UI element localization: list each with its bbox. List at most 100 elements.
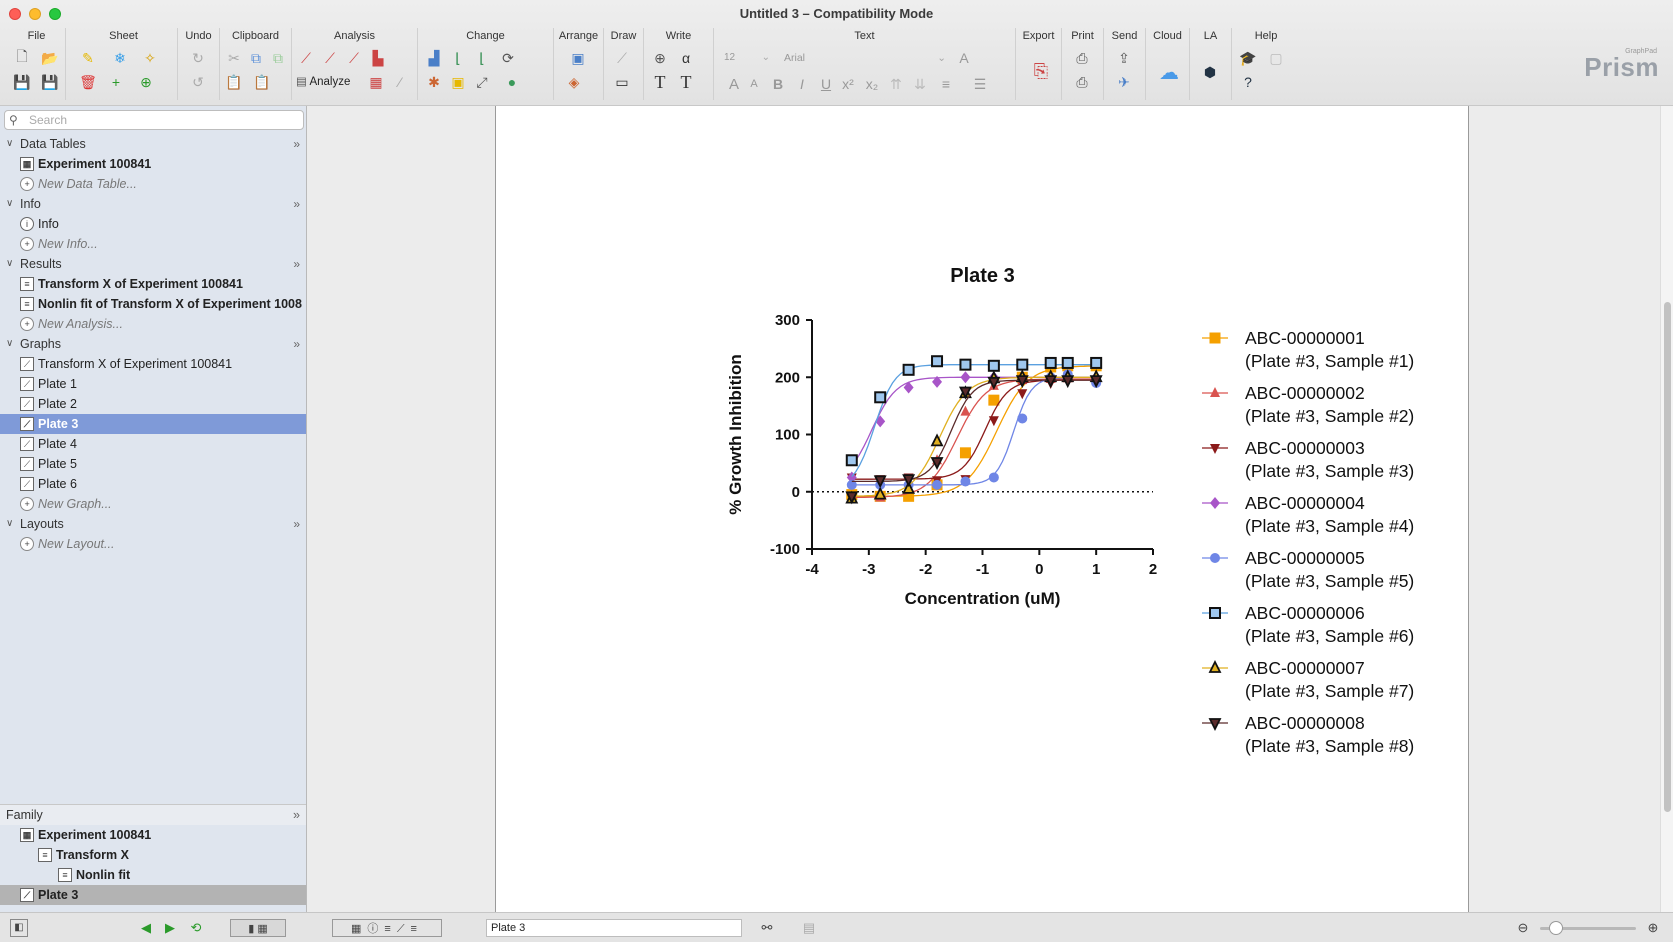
font-name-select[interactable]: Arial ⌄ xyxy=(784,50,948,66)
export-icon[interactable]: ⎘ xyxy=(1028,58,1054,84)
palette-icon[interactable]: ● xyxy=(502,72,522,92)
scrollbar-thumb[interactable] xyxy=(1664,302,1671,812)
text-tool-icon[interactable]: T xyxy=(650,72,670,92)
search-input[interactable]: Search xyxy=(4,110,304,130)
copy-icon[interactable]: ⧉ xyxy=(246,48,266,68)
bar-graph-icon[interactable]: ▙ xyxy=(368,48,388,68)
share-icon[interactable]: ⇪ xyxy=(1114,48,1134,68)
graph-page[interactable]: Plate 3 -100 0 100 200 300 -4 -3 -2 -1 0 1 2 Concentr… xyxy=(495,106,1469,912)
regression-icon[interactable]: ⟋ xyxy=(344,48,364,68)
send-icon[interactable]: ✈ xyxy=(1114,72,1134,92)
underline-icon[interactable]: U xyxy=(816,74,836,94)
subscript-icon[interactable]: x₂ xyxy=(862,74,882,94)
insert-row-icon[interactable]: ⊕ xyxy=(136,72,156,92)
expand-icon[interactable]: » xyxy=(293,334,300,354)
family-item[interactable]: ▦ Experiment 100841 xyxy=(0,825,306,845)
expand-icon[interactable]: » xyxy=(293,805,300,825)
zoom-in-icon[interactable]: ⊕ xyxy=(1644,919,1662,937)
toggle-navigator-icon[interactable]: ◧ xyxy=(10,919,28,937)
redo-icon[interactable]: ↻ xyxy=(188,48,208,68)
family-item[interactable]: ≡ Transform X xyxy=(0,845,306,865)
new-analysis-item[interactable]: + New Analysis... xyxy=(0,314,306,334)
data-table-item[interactable]: ▦ Experiment 100841 xyxy=(0,154,306,174)
lower-icon[interactable]: ⇊ xyxy=(910,74,930,94)
graph-item[interactable]: ⟋ Plate 6 xyxy=(0,474,306,494)
wand-icon[interactable]: ⁄ xyxy=(390,72,410,92)
print-icon[interactable]: ⎙ xyxy=(1072,48,1092,68)
new-layout-item[interactable]: + New Layout... xyxy=(0,534,306,554)
color-scheme-icon[interactable]: ▣ xyxy=(448,72,468,92)
la-cube-icon[interactable]: ⬢ xyxy=(1200,62,1220,82)
format-axes-icon[interactable]: ⌊ xyxy=(472,48,492,68)
greek-alpha-icon[interactable]: α xyxy=(676,48,696,68)
section-graphs[interactable]: ∨ Graphs » xyxy=(0,334,306,354)
bold-icon[interactable]: B xyxy=(768,74,788,94)
curve-graph-icon[interactable]: ⟋ xyxy=(320,48,340,68)
grow-font-icon[interactable]: A xyxy=(724,74,744,94)
go-to-sheet-icon[interactable]: ⟲ xyxy=(188,919,204,937)
results-item[interactable]: ≡ Transform X of Experiment 100841 xyxy=(0,274,306,294)
paste-menu-icon[interactable]: 📋 xyxy=(252,72,272,92)
learn-icon[interactable]: 🎓 xyxy=(1238,48,1258,68)
axes-icon[interactable]: ⌊ xyxy=(448,48,468,68)
results-item[interactable]: ≡ Nonlin fit of Transform X of Experiment… xyxy=(0,294,306,314)
cloud-icon[interactable]: ☁ xyxy=(1156,62,1182,84)
family-item-selected[interactable]: ⟋ Plate 3 xyxy=(0,885,306,905)
sheet-type-tabs[interactable]: ▦ⓘ≡⟋≡ xyxy=(332,919,442,937)
open-file-icon[interactable]: 📂 xyxy=(40,48,60,68)
xy-graph-icon[interactable]: ⟋ xyxy=(296,48,316,68)
help-panel-icon[interactable]: ▢ xyxy=(1266,48,1286,68)
view-mode-toggle[interactable]: ▮ ▦ xyxy=(230,919,286,937)
sheet-name-field[interactable]: Plate 3 xyxy=(486,919,742,937)
change-graph-type-icon[interactable]: ▟ xyxy=(424,48,444,68)
freeze-icon[interactable]: ❄ xyxy=(110,48,130,68)
new-graph-item[interactable]: + New Graph... xyxy=(0,494,306,514)
add-sheet-icon[interactable]: + xyxy=(106,72,126,92)
insert-text-icon[interactable]: ⊕ xyxy=(650,48,670,68)
help-icon[interactable]: ? xyxy=(1238,72,1258,92)
info-item[interactable]: i Info xyxy=(0,214,306,234)
align-icon[interactable]: ▣ xyxy=(568,48,588,68)
zoom-out-icon[interactable]: ⊖ xyxy=(1514,919,1532,937)
arrange-order-icon[interactable]: ◈ xyxy=(564,72,584,92)
graph-item-selected[interactable]: ⟋ Plate 3 xyxy=(0,414,306,434)
vertical-scrollbar[interactable] xyxy=(1660,106,1673,912)
graph-item[interactable]: ⟋ Transform X of Experiment 100841 xyxy=(0,354,306,374)
magic-icon[interactable]: ✧ xyxy=(140,48,160,68)
table-icon[interactable]: ▦ xyxy=(366,72,386,92)
expand-icon[interactable]: » xyxy=(293,134,300,154)
link-icon[interactable]: ⚯ xyxy=(752,919,782,937)
new-file-icon[interactable]: 🗋 xyxy=(12,48,32,68)
draw-line-icon[interactable]: ⟋ xyxy=(612,48,632,68)
section-data-tables[interactable]: ∨ Data Tables » xyxy=(0,134,306,154)
previous-sheet-icon[interactable]: ◀ xyxy=(138,919,154,937)
text-box-icon[interactable]: T xyxy=(676,72,696,92)
shrink-font-icon[interactable]: A xyxy=(744,74,764,94)
graph-item[interactable]: ⟋ Plate 4 xyxy=(0,434,306,454)
new-data-table-item[interactable]: + New Data Table... xyxy=(0,174,306,194)
draw-rectangle-icon[interactable]: ▭ xyxy=(612,72,632,92)
highlight-icon[interactable]: ✎ xyxy=(78,48,98,68)
new-info-item[interactable]: + New Info... xyxy=(0,234,306,254)
graph-item[interactable]: ⟋ Plate 5 xyxy=(0,454,306,474)
line-spacing-icon[interactable]: ☰ xyxy=(970,74,990,94)
cut-icon[interactable]: ✂ xyxy=(224,48,244,68)
text-color-icon[interactable]: A xyxy=(954,48,974,68)
family-item[interactable]: ≡ Nonlin fit xyxy=(0,865,306,885)
paste-special-icon[interactable]: ⧉ xyxy=(268,48,288,68)
notes-icon[interactable]: ▤ xyxy=(800,919,818,937)
delete-sheet-icon[interactable]: 🗑 xyxy=(78,72,98,92)
italic-icon[interactable]: I xyxy=(792,74,812,94)
expand-icon[interactable]: » xyxy=(293,514,300,534)
superscript-icon[interactable]: x² xyxy=(838,74,858,94)
section-info[interactable]: ∨ Info » xyxy=(0,194,306,214)
raise-icon[interactable]: ⇈ xyxy=(886,74,906,94)
save-as-icon[interactable]: 💾 xyxy=(40,72,60,92)
section-results[interactable]: ∨ Results » xyxy=(0,254,306,274)
swap-icon[interactable]: ⟳ xyxy=(498,48,518,68)
graph-item[interactable]: ⟋ Plate 1 xyxy=(0,374,306,394)
graph-item[interactable]: ⟋ Plate 2 xyxy=(0,394,306,414)
expand-icon[interactable]: » xyxy=(293,254,300,274)
next-sheet-icon[interactable]: ▶ xyxy=(162,919,178,937)
paste-icon[interactable]: 📋 xyxy=(224,72,244,92)
